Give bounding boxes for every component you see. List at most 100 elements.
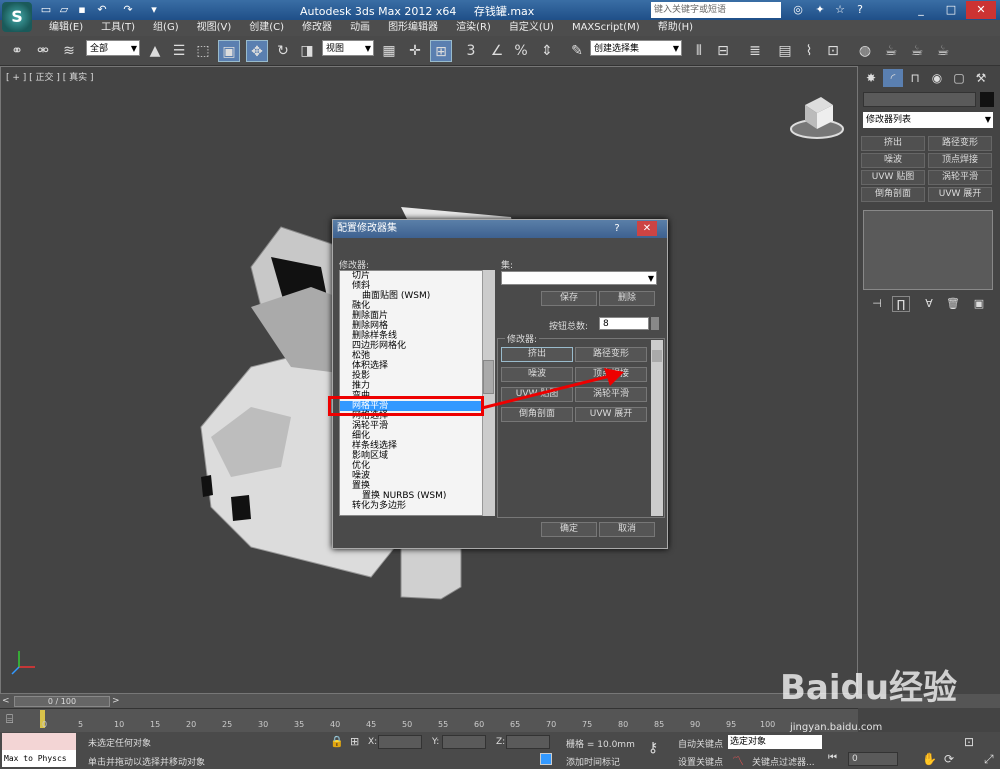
spinner-snap-icon[interactable]: ⇕ xyxy=(536,40,558,62)
show-end-result-icon[interactable]: ∏ xyxy=(892,296,910,312)
menu-edit[interactable]: 编辑(E) xyxy=(40,20,92,36)
key-filter-icon[interactable]: 〽 xyxy=(732,752,744,769)
utilities-tab-icon[interactable]: ⚒ xyxy=(971,69,991,87)
time-slider-left-icon[interactable]: < xyxy=(2,696,10,706)
pin-stack-icon[interactable]: ⊣ xyxy=(868,296,886,312)
list-item[interactable]: 细化 xyxy=(340,431,494,441)
viewcube-icon[interactable] xyxy=(787,93,847,139)
list-item[interactable]: 优化 xyxy=(340,461,494,471)
list-item[interactable]: 体积选择 xyxy=(340,361,494,371)
maximize-button[interactable]: □ xyxy=(936,1,966,19)
maxscript-listener-input[interactable]: Max to Physcs xyxy=(2,750,76,767)
time-slider-right-icon[interactable]: > xyxy=(112,696,120,706)
keyboard-shortcut-override-icon[interactable]: ⊞ xyxy=(430,40,452,62)
menu-group[interactable]: 组(G) xyxy=(144,20,188,36)
list-item[interactable]: 四边形网格化 xyxy=(340,341,494,351)
display-tab-icon[interactable]: ▢ xyxy=(949,69,969,87)
button-count-input[interactable]: 8 xyxy=(599,317,649,330)
cmd-turbosmooth-button[interactable]: 涡轮平滑 xyxy=(928,170,992,185)
list-item[interactable]: 噪波 xyxy=(340,471,494,481)
hierarchy-tab-icon[interactable]: ⊓ xyxy=(905,69,925,87)
search-input[interactable]: 键入关键字或短语 xyxy=(651,2,781,18)
cmd-uvw-unwrap-button[interactable]: UVW 展开 xyxy=(928,187,992,202)
z-coord-input[interactable] xyxy=(506,735,550,749)
delete-set-button[interactable]: 删除 xyxy=(599,291,655,306)
set-extrude-button[interactable]: 挤出 xyxy=(501,347,573,362)
object-name-input[interactable] xyxy=(863,92,976,107)
select-object-icon[interactable]: ▲ xyxy=(144,40,166,62)
create-tab-icon[interactable]: ✸ xyxy=(861,69,881,87)
time-tag-icon[interactable] xyxy=(540,753,552,765)
close-button[interactable]: ✕ xyxy=(966,1,996,19)
list-item[interactable]: 置换 xyxy=(340,481,494,491)
remove-modifier-icon[interactable]: 🗑 xyxy=(944,296,962,312)
cmd-noise-button[interactable]: 噪波 xyxy=(861,153,925,168)
key-icon[interactable]: ⚷ xyxy=(648,740,658,756)
orbit-icon[interactable]: ⟳ xyxy=(944,752,954,766)
modifier-buttons-scroll-thumb[interactable] xyxy=(652,350,662,362)
tools-icon[interactable]: ✦ xyxy=(812,2,828,18)
current-frame-input[interactable]: 0 xyxy=(848,752,898,766)
modifier-list-dropdown[interactable]: 修改器列表 xyxy=(863,112,993,128)
mirror-icon[interactable]: ⫴ xyxy=(688,40,710,62)
bind-space-warp-icon[interactable]: ≋ xyxy=(58,40,80,62)
new-file-icon[interactable]: ▭ xyxy=(38,2,54,18)
edit-named-selection-icon[interactable]: ✎ xyxy=(566,40,588,62)
unlink-icon[interactable]: ⚮ xyxy=(32,40,54,62)
mini-curve-editor-icon[interactable]: ⌸ xyxy=(6,712,13,727)
curve-editor-icon[interactable]: ⌇ xyxy=(798,40,820,62)
list-item[interactable]: 删除网格 xyxy=(340,321,494,331)
add-time-tag[interactable]: 添加时间标记 xyxy=(566,755,620,768)
schematic-view-icon[interactable]: ⊡ xyxy=(822,40,844,62)
transform-mode-icon[interactable]: ⊞ xyxy=(350,735,359,748)
lock-selection-icon[interactable]: 🔒 xyxy=(330,735,344,748)
percent-snap-icon[interactable]: % xyxy=(510,40,532,62)
modify-tab-icon[interactable]: ◜ xyxy=(883,69,903,87)
star-icon[interactable]: ☆ xyxy=(832,2,848,18)
select-by-name-icon[interactable]: ☰ xyxy=(168,40,190,62)
select-rotate-icon[interactable]: ↻ xyxy=(272,40,294,62)
key-mode-dropdown[interactable]: 选定对象 xyxy=(728,735,822,749)
menu-help[interactable]: 帮助(H) xyxy=(649,20,702,36)
list-item[interactable]: 转化为多边形 xyxy=(340,501,494,511)
configure-modifier-sets-icon[interactable]: ▣ xyxy=(970,296,988,312)
snaps-toggle-icon[interactable]: 3 xyxy=(460,40,482,62)
menu-animation[interactable]: 动画 xyxy=(341,20,379,36)
quick-access-dropdown-icon[interactable]: ▾ xyxy=(146,2,162,18)
rectangle-selection-icon[interactable]: ⬚ xyxy=(192,40,214,62)
menu-create[interactable]: 创建(C) xyxy=(240,20,293,36)
redo-icon[interactable]: ↷ xyxy=(120,2,136,18)
modifiers-listbox[interactable]: 切片 倾斜 曲面贴图 (WSM) 融化 删除面片 删除网格 删除样条线 四边形网… xyxy=(339,270,495,516)
menu-views[interactable]: 视图(V) xyxy=(188,20,241,36)
make-unique-icon[interactable]: ∀ xyxy=(920,296,938,312)
minimize-button[interactable]: _ xyxy=(906,1,936,19)
cmd-uvw-map-button[interactable]: UVW 贴图 xyxy=(861,170,925,185)
open-file-icon[interactable]: ▱ xyxy=(56,2,72,18)
render-setup-icon[interactable]: ☕ xyxy=(880,40,902,62)
modifier-buttons-scrollbar[interactable] xyxy=(651,340,663,516)
pivot-center-icon[interactable]: ▦ xyxy=(378,40,400,62)
menu-maxscript[interactable]: MAXScript(M) xyxy=(563,20,649,36)
ok-button[interactable]: 确定 xyxy=(541,522,597,537)
layer-manager-icon[interactable]: ≣ xyxy=(744,40,766,62)
list-item[interactable]: 样条线选择 xyxy=(340,441,494,451)
list-item[interactable]: 推力 xyxy=(340,381,494,391)
dialog-close-button[interactable]: ✕ xyxy=(637,221,657,236)
angle-snap-icon[interactable]: ∠ xyxy=(486,40,508,62)
select-manipulate-icon[interactable]: ✛ xyxy=(404,40,426,62)
list-item[interactable]: 切片 xyxy=(340,271,494,281)
cmd-extrude-button[interactable]: 挤出 xyxy=(861,136,925,151)
list-item[interactable]: 置换 NURBS (WSM) xyxy=(340,491,494,501)
graphite-tools-icon[interactable]: ▤ xyxy=(774,40,796,62)
list-item[interactable]: 曲面贴图 (WSM) xyxy=(340,291,494,301)
object-color-swatch[interactable] xyxy=(980,92,994,107)
undo-icon[interactable]: ↶ xyxy=(94,2,110,18)
list-item[interactable]: 涡轮平滑 xyxy=(340,421,494,431)
list-item[interactable]: 删除面片 xyxy=(340,311,494,321)
menu-modifiers[interactable]: 修改器 xyxy=(293,20,341,36)
set-path-deform-button[interactable]: 路径变形 xyxy=(575,347,647,362)
auto-key-button[interactable]: 自动关键点 xyxy=(678,737,723,750)
named-selection-dropdown[interactable]: 创建选择集 xyxy=(590,40,682,57)
time-slider-thumb[interactable]: 0 / 100 xyxy=(14,696,110,707)
binoculars-icon[interactable]: ◎ xyxy=(790,2,806,18)
